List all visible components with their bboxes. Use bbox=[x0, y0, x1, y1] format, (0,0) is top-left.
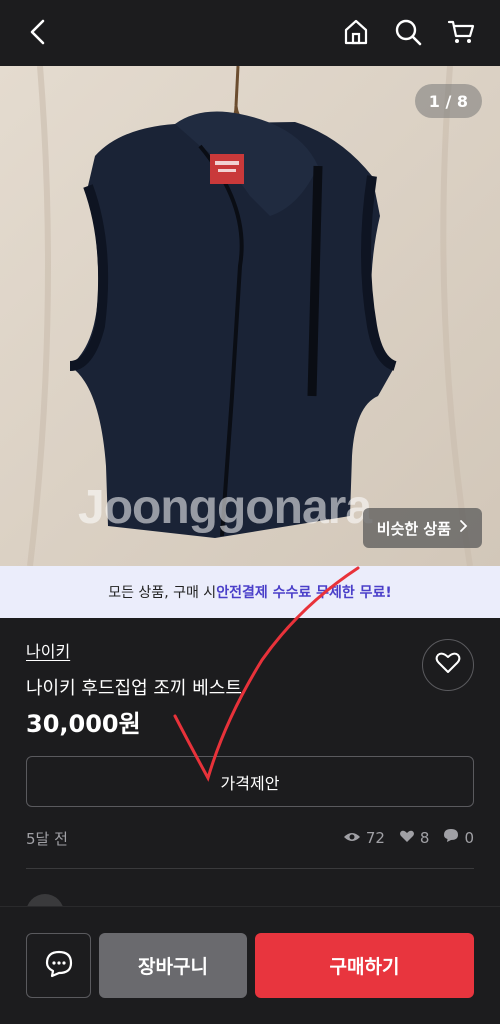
section-divider bbox=[26, 868, 474, 869]
product-title: 나이키 후드집업 조끼 베스트 bbox=[26, 678, 242, 699]
home-icon[interactable] bbox=[338, 14, 374, 50]
likes-stat: 8 bbox=[399, 828, 430, 847]
eye-icon bbox=[343, 829, 361, 847]
bottom-action-bar: 장바구니 구매하기 bbox=[0, 906, 500, 1024]
banner-highlight: 안전결제 수수료 무제한 무료! bbox=[216, 585, 392, 601]
promo-banner[interactable]: 모든 상품, 구매 시 안전결제 수수료 무제한 무료! bbox=[0, 566, 500, 618]
watermark-text: Joonggonara bbox=[78, 481, 372, 534]
like-button[interactable] bbox=[422, 639, 474, 691]
heart-filled-icon bbox=[399, 829, 415, 847]
posted-time: 5달 전 bbox=[26, 830, 68, 848]
heart-icon bbox=[435, 651, 461, 679]
image-counter: 1 / 8 bbox=[414, 84, 482, 118]
add-to-cart-button[interactable]: 장바구니 bbox=[99, 933, 247, 998]
top-navigation-bar bbox=[0, 0, 500, 66]
banner-text: 모든 상품, 구매 시 bbox=[108, 585, 217, 601]
chats-count: 0 bbox=[464, 828, 474, 847]
cart-icon[interactable] bbox=[443, 14, 479, 50]
chat-button[interactable] bbox=[26, 933, 91, 998]
price-offer-button[interactable]: 가격제안 bbox=[26, 756, 474, 807]
product-stats: 72 8 0 bbox=[335, 828, 474, 847]
chat-bubble-icon bbox=[443, 828, 459, 847]
chat-icon bbox=[44, 949, 74, 983]
back-chevron-icon[interactable] bbox=[20, 14, 56, 50]
views-count: 72 bbox=[365, 828, 385, 847]
product-image-carousel[interactable]: 1 / 8 Joonggonara 비슷한 상품 bbox=[0, 66, 500, 566]
similar-products-label: 비슷한 상품 bbox=[376, 519, 451, 538]
similar-products-button[interactable]: 비슷한 상품 bbox=[362, 508, 482, 548]
brand-link[interactable]: 나이키 bbox=[26, 638, 70, 662]
buy-button[interactable]: 구매하기 bbox=[255, 933, 474, 998]
views-stat: 72 bbox=[343, 829, 385, 847]
search-icon[interactable] bbox=[390, 14, 426, 50]
product-price: 30,000원 bbox=[26, 710, 141, 738]
chevron-right-icon bbox=[459, 519, 468, 537]
chats-stat: 0 bbox=[443, 828, 474, 847]
likes-count: 8 bbox=[419, 828, 430, 847]
